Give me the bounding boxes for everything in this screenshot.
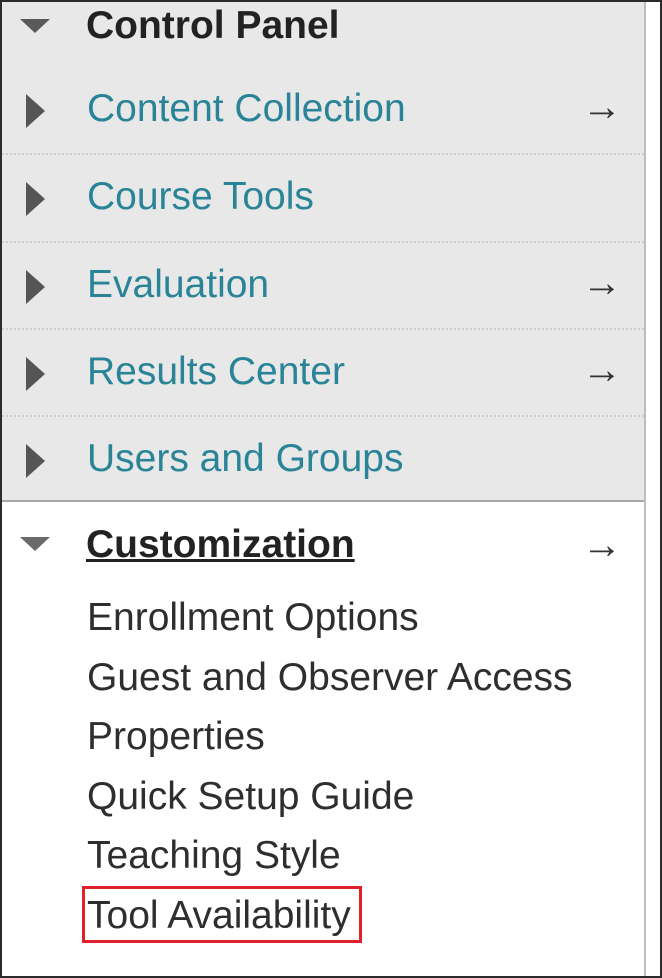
menu-item-label[interactable]: Course Tools (87, 174, 314, 220)
menu-item-label[interactable]: Users and Groups (87, 436, 403, 482)
right-arrow-icon[interactable]: → (582, 260, 622, 306)
menu-item-users-and-groups[interactable]: Users and Groups (2, 416, 644, 503)
control-panel-title[interactable]: Control Panel (86, 4, 340, 48)
menu-item-label[interactable]: Evaluation (87, 262, 269, 308)
control-panel-frame: Control Panel Content Collection → Cours… (0, 0, 662, 978)
right-arrow-icon[interactable]: → (582, 522, 622, 568)
customization-title[interactable]: Customization (86, 522, 355, 568)
panel-right-border (644, 2, 646, 976)
caret-down-icon[interactable] (20, 19, 50, 33)
caret-right-icon[interactable] (26, 270, 45, 304)
menu-item-content-collection[interactable]: Content Collection → (2, 66, 644, 153)
submenu-item-guest-and-observer-access[interactable]: Guest and Observer Access (87, 650, 573, 710)
menu-item-label[interactable]: Results Center (87, 349, 345, 395)
menu-item-evaluation[interactable]: Evaluation → (2, 242, 644, 329)
menu-item-course-tools[interactable]: Course Tools (2, 154, 644, 241)
customization-header[interactable]: Customization → (2, 502, 644, 582)
caret-right-icon[interactable] (26, 357, 45, 391)
caret-right-icon[interactable] (26, 94, 45, 128)
menu-item-results-center[interactable]: Results Center → (2, 329, 644, 416)
control-panel-menu: Content Collection → Course Tools Evalua… (2, 66, 644, 502)
submenu-item-enrollment-options[interactable]: Enrollment Options (87, 590, 573, 650)
right-arrow-icon[interactable]: → (582, 347, 622, 393)
submenu-item-properties[interactable]: Properties (87, 709, 573, 769)
highlight-box (82, 886, 362, 943)
submenu-item-teaching-style[interactable]: Teaching Style (87, 828, 573, 888)
menu-item-label[interactable]: Content Collection (87, 86, 406, 132)
right-arrow-icon[interactable]: → (582, 84, 622, 130)
caret-right-icon[interactable] (26, 444, 45, 478)
control-panel-header[interactable]: Control Panel (2, 2, 644, 66)
submenu-item-quick-setup-guide[interactable]: Quick Setup Guide (87, 769, 573, 829)
caret-down-icon[interactable] (20, 537, 50, 551)
caret-right-icon[interactable] (26, 182, 45, 216)
